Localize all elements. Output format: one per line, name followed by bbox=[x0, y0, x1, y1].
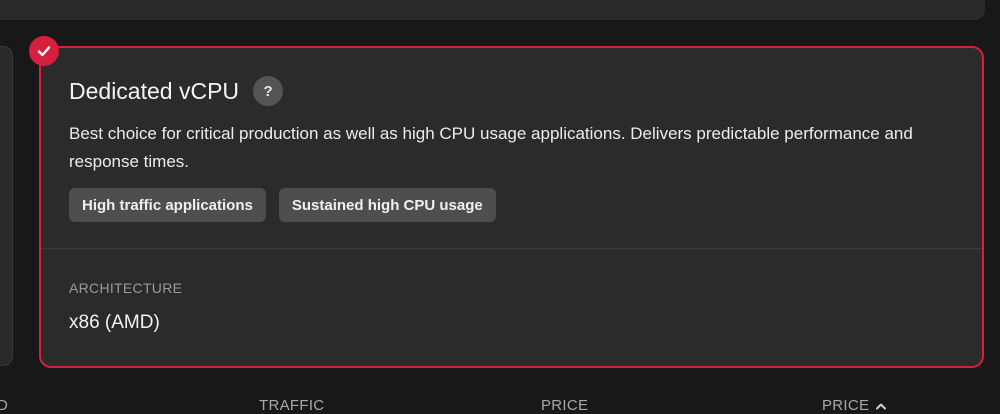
architecture-value: x86 (AMD) bbox=[69, 312, 160, 333]
column-header-price-sorted[interactable]: PRICE bbox=[822, 397, 887, 414]
tag-list: High traffic applications Sustained high… bbox=[69, 188, 496, 222]
previous-section-panel bbox=[0, 0, 985, 20]
tag-sustained-cpu: Sustained high CPU usage bbox=[278, 188, 496, 222]
plan-card-left-partial[interactable] bbox=[0, 46, 13, 366]
column-header-price[interactable]: PRICE bbox=[541, 397, 588, 414]
chevron-up-icon bbox=[875, 401, 887, 411]
column-header-price-sorted-label: PRICE bbox=[822, 397, 870, 414]
column-header-traffic[interactable]: TRAFFIC bbox=[259, 397, 324, 414]
column-header-partial[interactable]: D bbox=[0, 397, 8, 414]
help-icon[interactable]: ? bbox=[253, 76, 284, 106]
plan-card-dedicated-vcpu[interactable]: Dedicated vCPU ? Best choice for critica… bbox=[39, 46, 984, 368]
selected-check-icon bbox=[29, 36, 59, 66]
divider bbox=[41, 248, 982, 249]
card-title: Dedicated vCPU bbox=[69, 77, 240, 104]
card-description: Best choice for critical production as w… bbox=[69, 124, 913, 171]
card-title-row: Dedicated vCPU ? bbox=[69, 76, 284, 106]
architecture-label: ARCHITECTURE bbox=[69, 280, 183, 296]
tag-high-traffic: High traffic applications bbox=[69, 188, 266, 222]
